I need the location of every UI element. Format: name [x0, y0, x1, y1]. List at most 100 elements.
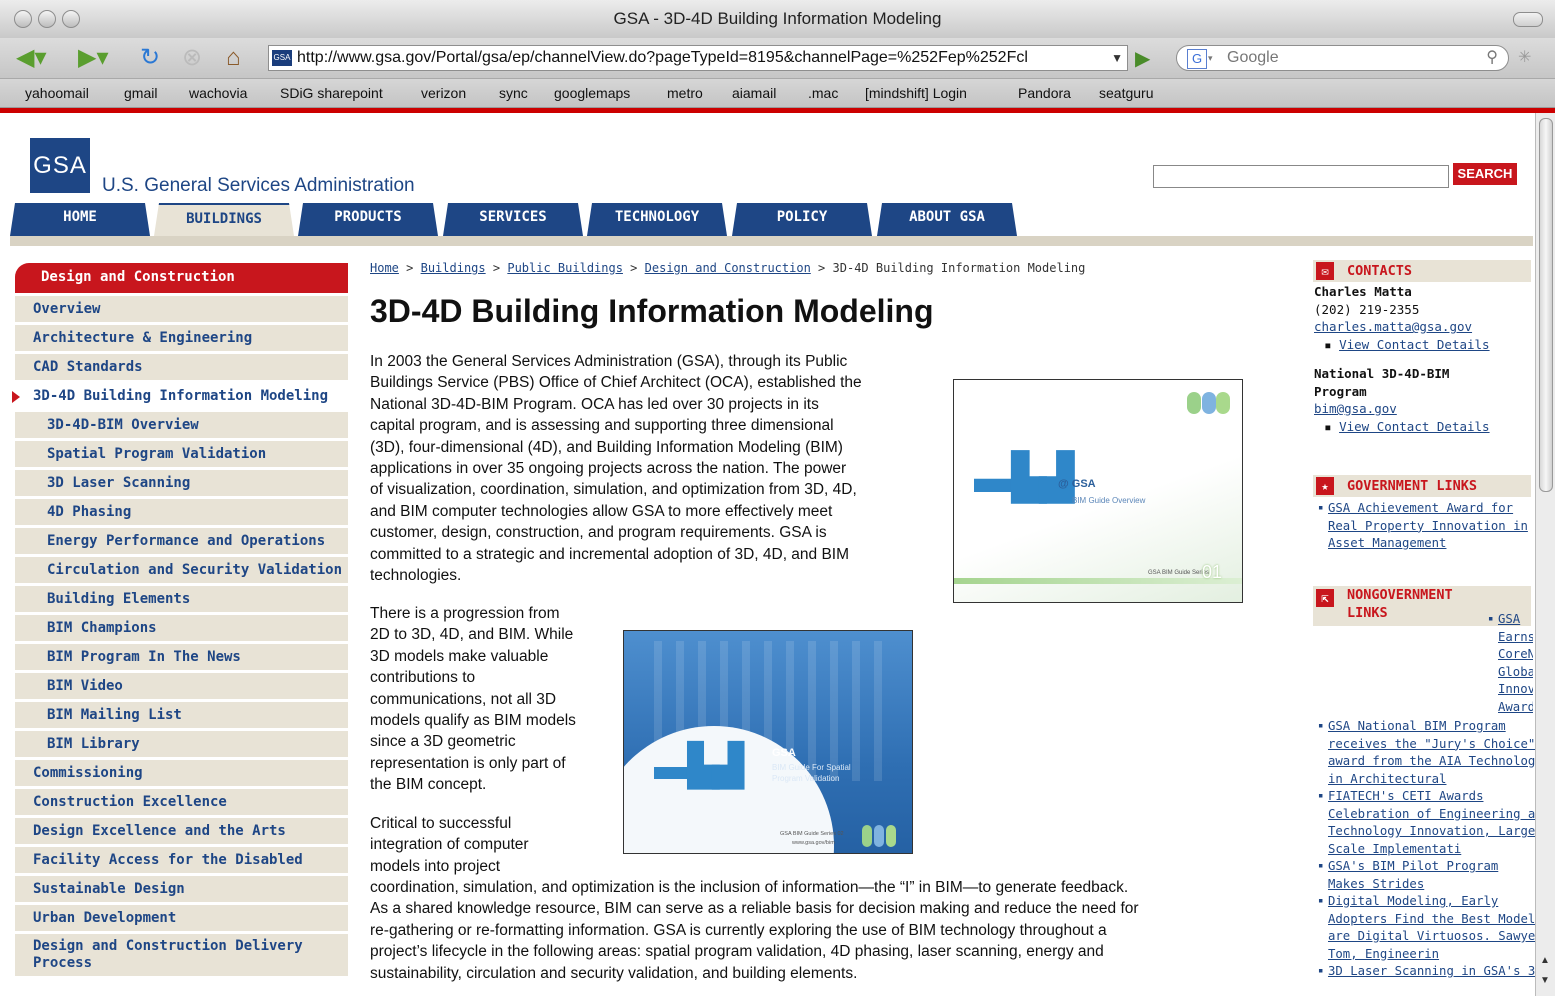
nongovernment-link[interactable]: 3D Laser Scanning in GSA's 3D — [1318, 963, 1543, 981]
leftnav-item[interactable]: Urban Development — [15, 905, 348, 934]
government-link[interactable]: GSA Achievement Award forReal Property I… — [1318, 500, 1533, 553]
leftnav-item[interactable]: Architecture & Engineering — [15, 325, 348, 354]
bookmark-item[interactable]: seatguru — [1099, 85, 1153, 101]
gsa-logo[interactable]: GSA — [30, 138, 90, 193]
leftnav-subitem[interactable]: Building Elements — [15, 586, 348, 615]
external-link-icon: ⇱ — [1316, 589, 1334, 607]
view-contact-details-link[interactable]: View Contact Details — [1339, 419, 1490, 434]
tab-home[interactable]: HOME — [10, 203, 150, 236]
magnifier-icon[interactable]: ⚲ — [1486, 46, 1498, 70]
browser-toolbar: ◀▾ ▶▾ ↻ ⊗ ⌂ GSA http://www.gsa.gov/Porta… — [0, 38, 1555, 79]
bookmark-item[interactable]: wachovia — [189, 85, 247, 101]
bim-guide-overview-image[interactable]: ▬▙▟ @ GSA BIM Guide Overview GSA BIM Gui… — [953, 379, 1243, 603]
address-bar-url: http://www.gsa.gov/Portal/gsa/ep/channel… — [297, 49, 1028, 66]
leftnav-item[interactable]: Design Excellence and the Arts — [15, 818, 348, 847]
leftnav-subitem[interactable]: 4D Phasing — [15, 499, 348, 528]
leftnav-subitem[interactable]: BIM Program In The News — [15, 644, 348, 673]
bim-spatial-validation-image[interactable]: ▬▙▟ GSA BIM Guide For Spatial Program Va… — [623, 630, 913, 854]
leftnav-subitem[interactable]: BIM Mailing List — [15, 702, 348, 731]
bookmark-item[interactable]: SDiG sharepoint — [280, 85, 383, 101]
scroll-up-arrow-icon[interactable]: ▲ — [1540, 955, 1550, 966]
bookmark-item[interactable]: verizon — [421, 85, 466, 101]
web-search-field[interactable]: G ▾ Google ⚲ — [1176, 45, 1509, 71]
nongovernment-link[interactable]: GSA National BIM Programreceives the "Ju… — [1318, 718, 1543, 788]
agency-name[interactable]: U.S. General Services Administration — [102, 175, 415, 197]
reload-icon[interactable]: ↻ — [140, 44, 160, 72]
back-arrow-icon[interactable]: ◀▾ — [16, 44, 47, 72]
bim-logo-icon: ▬▙▟ — [974, 453, 1074, 502]
activity-spinner-icon: ✳ — [1518, 49, 1532, 66]
leftnav-item[interactable]: Facility Access for the Disabled — [15, 847, 348, 876]
left-navigation: Design and Construction Overview Archite… — [12, 263, 348, 979]
leftnav-item[interactable]: Design and Construction Delivery Process — [15, 934, 348, 979]
leftnav-subitem[interactable]: 3D Laser Scanning — [15, 470, 348, 499]
tab-about-gsa[interactable]: ABOUT GSA — [877, 203, 1017, 236]
forward-arrow-icon[interactable]: ▶▾ — [78, 44, 109, 72]
site-search-input[interactable] — [1153, 165, 1449, 188]
url-history-dropdown-icon[interactable]: ▼ — [1111, 46, 1123, 70]
bookmark-item[interactable]: [mindshift] Login — [865, 85, 967, 101]
bookmark-item[interactable]: .mac — [808, 85, 838, 101]
page-title: 3D-4D Building Information Modeling — [370, 293, 934, 329]
web-search-placeholder: Google — [1227, 49, 1279, 66]
leftnav-subitem[interactable]: 3D-4D-BIM Overview — [15, 412, 348, 441]
site-search-button[interactable]: SEARCH — [1453, 163, 1517, 185]
bookmark-item[interactable]: sync — [499, 85, 528, 101]
contacts-heading: ✉ CONTACTS — [1313, 260, 1531, 282]
breadcrumb-link[interactable]: Buildings — [421, 261, 486, 275]
leftnav-item-current[interactable]: 3D-4D Building Information Modeling — [12, 383, 348, 412]
home-icon[interactable]: ⌂ — [226, 44, 241, 72]
main-nav: HOME BUILDINGS PRODUCTS SERVICES TECHNOL… — [10, 203, 1533, 236]
leftnav-item[interactable]: Commissioning — [15, 760, 348, 789]
tab-policy[interactable]: POLICY — [732, 203, 872, 236]
leftnav-subitem[interactable]: BIM Video — [15, 673, 348, 702]
page-scrollbar[interactable]: ▲ ▼ — [1535, 113, 1555, 996]
progression-paragraph: There is a progression from 2D to 3D, 4D,… — [370, 605, 576, 794]
tab-services[interactable]: SERVICES — [443, 203, 583, 236]
leftnav-heading[interactable]: Design and Construction — [15, 263, 348, 293]
leftnav-subitem[interactable]: Circulation and Security Validation — [15, 557, 348, 586]
go-arrow-icon[interactable]: ▶ — [1135, 46, 1150, 71]
leftnav-subitem[interactable]: Energy Performance and Operations — [15, 528, 348, 557]
envelope-icon: ✉ — [1316, 262, 1334, 280]
leftnav-item[interactable]: Construction Excellence — [15, 789, 348, 818]
leftnav-subitem[interactable]: BIM Champions — [15, 615, 348, 644]
tab-buildings[interactable]: BUILDINGS — [154, 203, 294, 236]
flag-icon: ★ — [1316, 477, 1334, 495]
engine-dropdown-icon[interactable]: ▾ — [1208, 46, 1213, 70]
contact-email-link[interactable]: charles.matta@gsa.gov — [1314, 319, 1472, 334]
leftnav-subitem[interactable]: Spatial Program Validation — [15, 441, 348, 470]
nongovernment-links-list: GSA National BIM Programreceives the "Ju… — [1318, 718, 1550, 981]
leftnav-item[interactable]: Sustainable Design — [15, 876, 348, 905]
bookmark-item[interactable]: gmail — [124, 85, 157, 101]
google-engine-icon[interactable]: G — [1187, 49, 1207, 69]
address-bar[interactable]: GSA http://www.gsa.gov/Portal/gsa/ep/cha… — [268, 45, 1128, 71]
nongovernment-link[interactable]: GSA's BIM Pilot ProgramMakes Strides — [1318, 858, 1533, 893]
breadcrumb-link[interactable]: Public Buildings — [507, 261, 623, 275]
stop-icon[interactable]: ⊗ — [182, 44, 202, 72]
nongovernment-link-truncated[interactable]: GSAEarns CoreNGlobal InnovaAward — [1488, 611, 1533, 716]
tab-products[interactable]: PRODUCTS — [298, 203, 438, 236]
program-email-link[interactable]: bim@gsa.gov — [1314, 401, 1397, 416]
bookmark-item[interactable]: aiamail — [732, 85, 776, 101]
tab-technology[interactable]: TECHNOLOGY — [587, 203, 727, 236]
intro-paragraph: In 2003 the General Services Administrat… — [370, 353, 862, 585]
breadcrumb-current: 3D-4D Building Information Modeling — [832, 261, 1086, 275]
leftnav-item[interactable]: CAD Standards — [15, 354, 348, 383]
nongovernment-link[interactable]: Digital Modeling, EarlyAdopters Find the… — [1318, 893, 1550, 963]
scrollbar-thumb[interactable] — [1539, 118, 1553, 492]
contact-name: Charles Matta — [1314, 284, 1412, 299]
scroll-down-arrow-icon[interactable]: ▼ — [1540, 975, 1550, 986]
bookmark-item[interactable]: googlemaps — [554, 85, 630, 101]
breadcrumb-link[interactable]: Home — [370, 261, 399, 275]
view-contact-details-link[interactable]: View Contact Details — [1339, 337, 1490, 352]
toolbar-toggle-button[interactable] — [1513, 12, 1543, 27]
breadcrumb-link[interactable]: Design and Construction — [645, 261, 811, 275]
bookmark-item[interactable]: Pandora — [1018, 85, 1071, 101]
leftnav-subitem[interactable]: BIM Library — [15, 731, 348, 760]
nongovernment-link[interactable]: FIATECH's CETI AwardsCelebration of Engi… — [1318, 788, 1550, 858]
bookmark-item[interactable]: yahoomail — [25, 85, 89, 101]
leftnav-item[interactable]: Overview — [15, 296, 348, 325]
contacts-block: Charles Matta (202) 219-2355 charles.mat… — [1314, 283, 1529, 435]
bookmark-item[interactable]: metro — [667, 85, 703, 101]
